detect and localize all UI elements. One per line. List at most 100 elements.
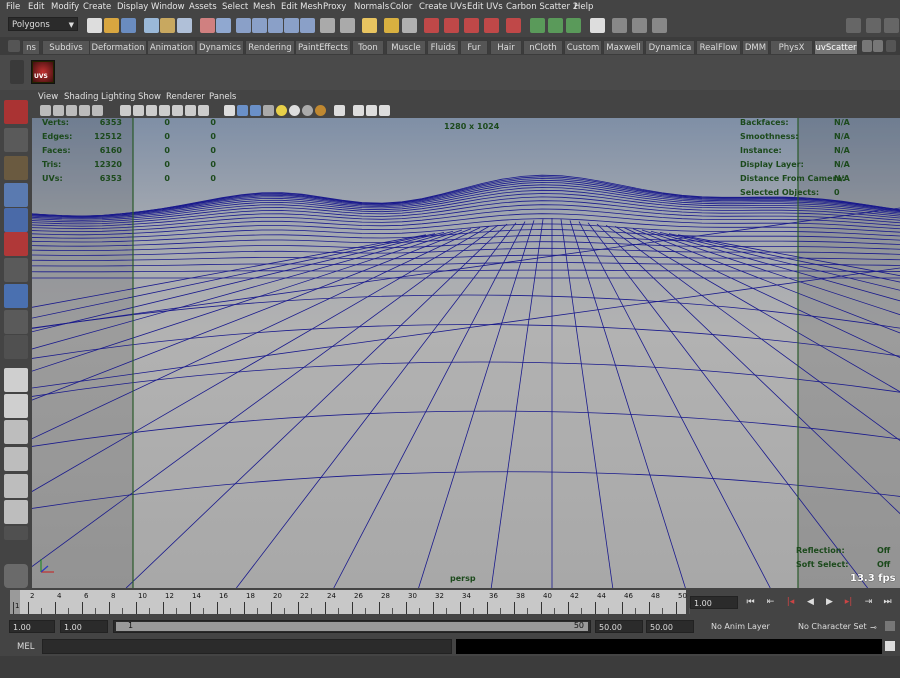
chevron-right-icon[interactable] (873, 40, 883, 52)
panel-menu-lighting[interactable]: Lighting (101, 92, 135, 102)
xray-icon[interactable] (353, 105, 364, 116)
isolate-select-icon[interactable] (334, 105, 345, 116)
help-line-icon[interactable] (362, 18, 377, 33)
menu-carbon-scatter-2[interactable]: Carbon Scatter 2 (506, 2, 578, 12)
resolution-gate-icon[interactable] (146, 105, 157, 116)
menu-mesh[interactable]: Mesh (253, 2, 275, 12)
wireframe-icon[interactable] (224, 105, 235, 116)
safe-title-icon[interactable] (198, 105, 209, 116)
ambient-occlusion-icon[interactable] (315, 105, 326, 116)
image-plane-icon[interactable] (79, 105, 90, 116)
snap-to-view-plane-icon[interactable] (284, 18, 299, 33)
save-scene-icon[interactable] (121, 18, 136, 33)
high-quality-icon[interactable] (302, 105, 313, 116)
lock-icon[interactable] (384, 18, 399, 33)
menu-set-dropdown[interactable]: Polygons ▼ (8, 17, 78, 31)
panel-menu-shading[interactable]: Shading (64, 92, 99, 102)
hypershade-layout-icon[interactable] (4, 474, 28, 498)
render-view-icon[interactable] (484, 18, 499, 33)
field-chart-icon[interactable] (172, 105, 183, 116)
xray-joints-icon[interactable] (366, 105, 377, 116)
menu-select[interactable]: Select (222, 2, 248, 12)
shelf-tab-rendering[interactable]: Rendering (245, 40, 295, 54)
use-all-lights-icon[interactable] (276, 105, 287, 116)
xray-components-icon[interactable] (379, 105, 390, 116)
magnet-icon[interactable] (506, 18, 521, 33)
textured-icon[interactable] (263, 105, 274, 116)
shelf-tab-maxwell[interactable]: Maxwell (603, 40, 644, 54)
render-settings-icon[interactable] (444, 18, 459, 33)
toggle-sidebar-icon[interactable] (866, 18, 881, 33)
menu-help[interactable]: Help (574, 2, 593, 12)
menu-edit[interactable]: Edit (28, 2, 44, 12)
menu-modify[interactable]: Modify (51, 2, 79, 12)
shelf-tab-dynamics[interactable]: Dynamics (196, 40, 244, 54)
step-back-frame-icon[interactable]: ⇤ (764, 596, 777, 609)
go-to-end-icon[interactable]: ⏭ (881, 596, 894, 609)
make-live-icon[interactable] (300, 18, 315, 33)
shelf-menu-icon[interactable] (8, 40, 20, 52)
select-tool-icon[interactable] (4, 100, 28, 124)
playback-end-field[interactable]: 50.00 (595, 620, 643, 633)
rotate-tool-icon[interactable] (4, 208, 28, 232)
snap-to-point-icon[interactable] (268, 18, 283, 33)
wireframe-on-shaded-icon[interactable] (250, 105, 261, 116)
menu-file[interactable]: File (6, 2, 20, 12)
select-hierarchy-icon[interactable] (144, 18, 159, 33)
script-editor-icon[interactable] (885, 641, 895, 651)
current-frame-field[interactable]: 1.00 (690, 596, 738, 609)
last-tool-icon[interactable] (4, 335, 28, 359)
menu-proxy[interactable]: Proxy (323, 2, 346, 12)
menu-create-uvs[interactable]: Create UVs (419, 2, 466, 12)
single-perspective-layout-icon[interactable] (4, 368, 28, 392)
character-set-dropdown[interactable]: No Character Set (795, 620, 867, 633)
menu-assets[interactable]: Assets (189, 2, 217, 12)
play-forwards-icon[interactable]: ▶ (823, 596, 836, 609)
shelf-tab-fluids[interactable]: Fluids (427, 40, 459, 54)
step-forward-key-icon[interactable]: ▸| (842, 596, 855, 609)
shelf-tab-toon[interactable]: Toon (352, 40, 384, 54)
toggle-channels-icon[interactable] (884, 18, 899, 33)
menu-edit-uvs[interactable]: Edit UVs (467, 2, 503, 12)
collapse-toolbox-icon[interactable] (4, 526, 28, 540)
step-forward-frame-icon[interactable]: ⇥ (862, 596, 875, 609)
move-tool-icon[interactable] (4, 183, 28, 207)
new-scene-icon[interactable] (87, 18, 102, 33)
menu-edit-mesh[interactable]: Edit Mesh (281, 2, 323, 12)
four-view-layout-icon[interactable] (4, 394, 28, 418)
snap-to-curve-icon[interactable] (252, 18, 267, 33)
shelf-options-icon[interactable] (886, 40, 896, 52)
toggle-channel-box-icon[interactable] (652, 18, 667, 33)
shelf-tab-muscle[interactable]: Muscle (386, 40, 426, 54)
open-scene-icon[interactable] (104, 18, 119, 33)
shadows-icon[interactable] (289, 105, 300, 116)
panel-menu-view[interactable]: View (38, 92, 58, 102)
panel-menu-renderer[interactable]: Renderer (166, 92, 205, 102)
panel-menu-panels[interactable]: Panels (209, 92, 236, 102)
shelf-tab-ns[interactable]: ns (22, 40, 40, 54)
construction-history-icon[interactable] (340, 18, 355, 33)
panel-menu-show[interactable]: Show (138, 92, 161, 102)
menu-normals[interactable]: Normals (354, 2, 389, 12)
show-manipulator-icon[interactable] (4, 310, 28, 334)
gate-mask-icon[interactable] (159, 105, 170, 116)
shelf-handle[interactable] (10, 60, 24, 84)
play-backwards-icon[interactable]: ◀ (804, 596, 817, 609)
range-slider-handle[interactable]: 1 50 (116, 621, 588, 631)
select-component-icon[interactable] (177, 18, 192, 33)
snap-to-grid-icon[interactable] (236, 18, 251, 33)
range-slider-track[interactable]: 1 50 (113, 620, 591, 633)
command-input[interactable] (42, 639, 452, 654)
menu-display[interactable]: Display (117, 2, 148, 12)
shelf-tab-hair[interactable]: Hair (490, 40, 522, 54)
bookmark-icon[interactable] (66, 105, 77, 116)
smooth-shade-icon[interactable] (237, 105, 248, 116)
shelf-tab-uvscatter[interactable]: uvScatter (814, 40, 858, 54)
auto-key-icon[interactable]: ⊸ (870, 623, 882, 632)
lasso-tool-icon[interactable] (4, 128, 28, 152)
render-current-frame-icon[interactable] (402, 18, 417, 33)
toggle-attribute-editor-icon[interactable] (632, 18, 647, 33)
perspective-viewport[interactable]: 1280 x 1024 Verts: 6353 0 0 Edges: 12512 0 0 Fac… (32, 118, 900, 588)
select-by-vertex-icon[interactable] (216, 18, 231, 33)
channel-box-icon[interactable] (566, 18, 581, 33)
